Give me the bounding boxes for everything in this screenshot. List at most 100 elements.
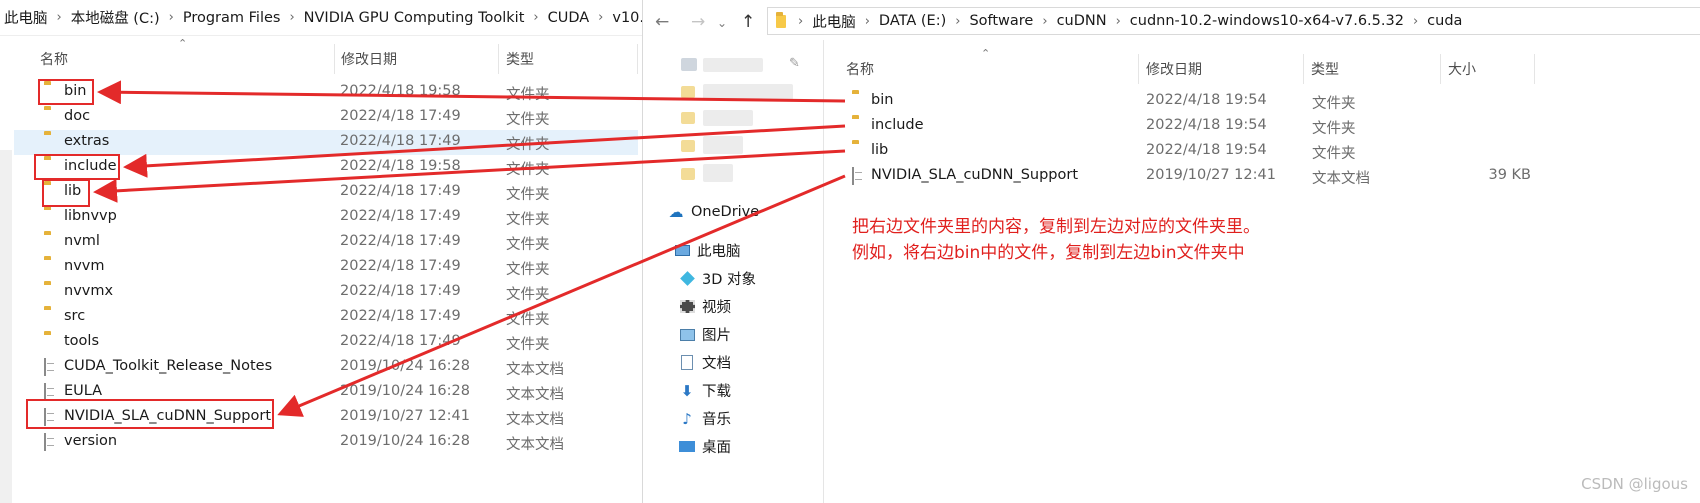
folder-icon	[776, 11, 786, 28]
file-row-lib[interactable]: lib 2022/4/18 19:54 文件夹	[824, 139, 1700, 164]
file-name[interactable]: src	[64, 308, 85, 324]
right-crumb-cudnn[interactable]: cuDNN	[1057, 13, 1107, 29]
left-crumb-v10-2[interactable]: v10.2	[612, 10, 642, 26]
file-name[interactable]: EULA	[64, 383, 102, 399]
left-crumb-program-files[interactable]: Program Files	[183, 10, 281, 26]
file-type: 文件夹	[1312, 96, 1356, 112]
up-arrow-icon[interactable]: ↑	[741, 12, 755, 32]
quick-access-item[interactable]	[703, 136, 743, 154]
left-crumb-cuda[interactable]: CUDA	[548, 10, 590, 26]
file-date: 2022/4/18 19:54	[1146, 117, 1267, 133]
highlight-box-nvidia-sla	[26, 399, 274, 429]
file-row-extras[interactable]: extras 2022/4/18 17:49 文件夹	[14, 130, 638, 155]
nav-item-this-pc[interactable]: 此电脑	[673, 240, 741, 261]
file-name[interactable]: nvml	[64, 233, 100, 249]
column-divider[interactable]	[1534, 54, 1535, 84]
left-col-date[interactable]: 修改日期	[341, 49, 397, 69]
chevron-right-icon: ›	[955, 13, 961, 29]
nav-item-music[interactable]: ♪ 音乐	[678, 408, 731, 429]
file-name[interactable]: tools	[64, 333, 99, 349]
pictures-icon	[678, 327, 696, 343]
column-divider[interactable]	[637, 44, 638, 74]
right-col-name[interactable]: 名称	[846, 59, 874, 79]
file-row-lib[interactable]: lib 2022/4/18 17:49 文件夹	[14, 180, 638, 205]
file-name[interactable]: CUDA_Toolkit_Release_Notes	[64, 358, 272, 374]
file-name[interactable]: include	[871, 117, 924, 133]
file-date: 2022/4/18 19:58	[340, 158, 461, 174]
file-row-bin[interactable]: bin 2022/4/18 19:54 文件夹	[824, 89, 1700, 114]
file-row-version[interactable]: version 2019/10/24 16:28 文本文档	[14, 430, 638, 455]
right-col-type[interactable]: 类型	[1311, 59, 1339, 79]
chevron-right-icon: ›	[1412, 13, 1419, 29]
file-name[interactable]: version	[64, 433, 117, 449]
file-name[interactable]: libnvvp	[64, 208, 117, 224]
file-row-nvvmx[interactable]: nvvmx 2022/4/18 17:49 文件夹	[14, 280, 638, 305]
nav-item-video[interactable]: 视频	[678, 296, 731, 317]
file-type: 文件夹	[506, 187, 550, 203]
file-type: 文件夹	[506, 312, 550, 328]
nav-item-pictures[interactable]: 图片	[678, 324, 731, 345]
left-crumb-nvidia-toolkit[interactable]: NVIDIA GPU Computing Toolkit	[304, 10, 525, 26]
nav-item-label: 图片	[702, 328, 731, 344]
right-column-header: ⌃ 名称 修改日期 类型 大小	[824, 47, 1700, 86]
nav-item-3d-objects[interactable]: 3D 对象	[678, 268, 756, 289]
quick-access-item[interactable]	[703, 58, 763, 72]
column-divider[interactable]	[1138, 54, 1139, 84]
file-row-src[interactable]: src 2022/4/18 17:49 文件夹	[14, 305, 638, 330]
file-row-tools[interactable]: tools 2022/4/18 17:49 文件夹	[14, 330, 638, 355]
documents-icon	[678, 355, 696, 371]
column-divider[interactable]	[1303, 54, 1304, 84]
quick-access-item[interactable]	[703, 84, 793, 100]
right-crumb-cudnn-version[interactable]: cudnn-10.2-windows10-x64-v7.6.5.32	[1130, 13, 1404, 29]
file-name[interactable]: doc	[64, 108, 90, 124]
column-divider[interactable]	[1440, 54, 1441, 84]
back-arrow-icon[interactable]: ←	[655, 12, 669, 32]
column-divider[interactable]	[498, 44, 499, 74]
file-row-nvidia_sla_cudnn_support[interactable]: NVIDIA_SLA_cuDNN_Support 2019/10/27 12:41…	[824, 164, 1700, 189]
right-crumb-this-pc[interactable]: 此电脑	[812, 11, 856, 32]
chevron-right-icon: ›	[533, 10, 539, 25]
file-row-include[interactable]: include 2022/4/18 19:54 文件夹	[824, 114, 1700, 139]
file-date: 2022/4/18 17:49	[340, 133, 461, 149]
nav-item-documents[interactable]: 文档	[678, 352, 731, 373]
forward-arrow-icon[interactable]: →	[691, 12, 705, 32]
file-name[interactable]: NVIDIA_SLA_cuDNN_Support	[871, 167, 1078, 183]
left-crumb-this-pc[interactable]: 此电脑	[4, 7, 48, 28]
right-col-size[interactable]: 大小	[1448, 59, 1476, 79]
file-type: 文件夹	[506, 112, 550, 128]
file-name[interactable]: nvvmx	[64, 283, 113, 299]
pin-icon[interactable]: ✎	[789, 56, 800, 71]
right-crumb-software[interactable]: Software	[969, 13, 1033, 29]
file-row-libnvvp[interactable]: libnvvp 2022/4/18 17:49 文件夹	[14, 205, 638, 230]
left-col-name[interactable]: 名称	[40, 49, 68, 69]
file-name[interactable]: bin	[871, 92, 893, 108]
file-name[interactable]: extras	[64, 133, 109, 149]
nav-item-onedrive[interactable]: ☁ OneDrive	[667, 203, 760, 221]
file-row-bin[interactable]: bin 2022/4/18 19:58 文件夹	[14, 80, 638, 105]
left-crumb-drive-c[interactable]: 本地磁盘 (C:)	[71, 7, 160, 28]
quick-access-item[interactable]	[703, 110, 753, 126]
file-row-cuda_toolkit_release_notes[interactable]: CUDA_Toolkit_Release_Notes 2019/10/24 16:…	[14, 355, 638, 380]
left-col-type[interactable]: 类型	[506, 49, 534, 69]
column-divider[interactable]	[334, 44, 335, 74]
file-type: 文件夹	[506, 237, 550, 253]
file-type: 文本文档	[506, 387, 564, 403]
nav-item-desktop[interactable]: 桌面	[678, 436, 731, 457]
file-type: 文件夹	[506, 262, 550, 278]
recent-locations-chevron-icon[interactable]: ⌄	[717, 16, 727, 30]
file-type: 文件夹	[1312, 121, 1356, 137]
chevron-right-icon: ›	[798, 13, 804, 29]
quick-access-item[interactable]	[703, 164, 733, 182]
nav-item-label: 下载	[702, 384, 731, 400]
file-name[interactable]: lib	[871, 142, 888, 158]
right-crumb-cuda[interactable]: cuda	[1427, 13, 1462, 29]
file-name[interactable]: nvvm	[64, 258, 104, 274]
nav-item-downloads[interactable]: ⬇ 下载	[678, 380, 731, 401]
right-col-date[interactable]: 修改日期	[1146, 59, 1202, 79]
file-type: 文本文档	[1312, 171, 1370, 187]
file-row-nvml[interactable]: nvml 2022/4/18 17:49 文件夹	[14, 230, 638, 255]
file-row-doc[interactable]: doc 2022/4/18 17:49 文件夹	[14, 105, 638, 130]
right-crumb-drive-e[interactable]: DATA (E:)	[879, 13, 946, 29]
right-address-bar[interactable]: › 此电脑 › DATA (E:) › Software › cuDNN › cudnn…	[767, 7, 1700, 35]
file-row-nvvm[interactable]: nvvm 2022/4/18 17:49 文件夹	[14, 255, 638, 280]
